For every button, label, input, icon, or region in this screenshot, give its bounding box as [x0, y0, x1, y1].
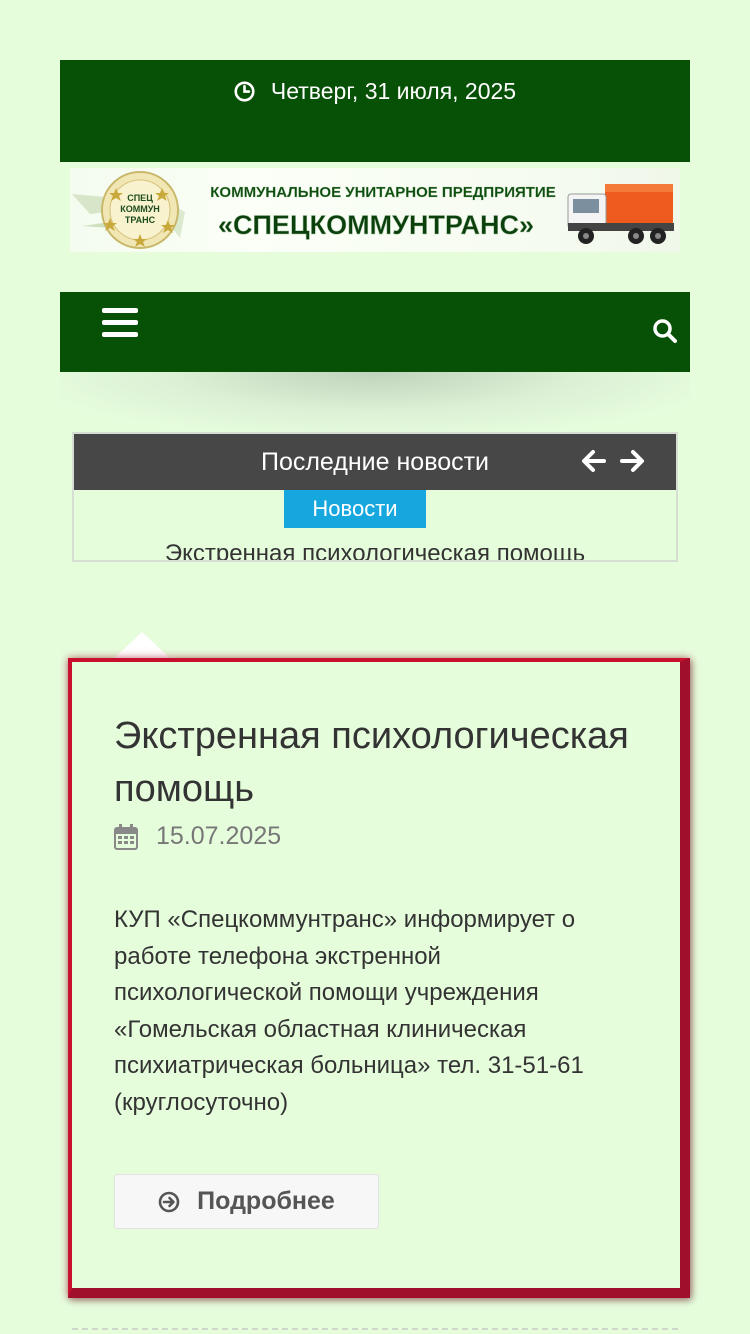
- article-date-text: 15.07.2025: [156, 822, 282, 850]
- logo-text-3: ТРАНС: [125, 215, 156, 225]
- garbage-truck-image: [567, 184, 674, 244]
- calendar-icon: [114, 823, 138, 850]
- arrow-right-icon[interactable]: [620, 448, 646, 474]
- article-date: 15.07.2025: [114, 822, 281, 851]
- current-date: Четверг, 31 июля, 2025: [270, 78, 517, 104]
- article-card: Экстренная психологическая помощь 15.07.…: [68, 658, 690, 1298]
- main-navbar: [60, 292, 690, 372]
- date-display: Четверг, 31 июля, 2025: [60, 78, 690, 105]
- logo-text-1: СПЕЦ: [127, 193, 153, 203]
- ticker-header: Последние новости: [74, 434, 676, 490]
- clock-icon: [234, 81, 255, 102]
- banner-line-1: КОММУНАЛЬНОЕ УНИТАРНОЕ ПРЕДПРИЯТИЕ: [210, 184, 555, 201]
- read-more-button[interactable]: Подробнее: [114, 1174, 379, 1229]
- ticker-news-item[interactable]: Экстренная психологическая помощь: [74, 540, 676, 560]
- menu-icon[interactable]: [102, 308, 138, 342]
- banner-line-2: «СПЕЦКОММУНТРАНС»: [218, 210, 534, 240]
- search-icon[interactable]: [652, 318, 678, 344]
- arrow-circle-right-icon: [158, 1191, 180, 1212]
- site-banner[interactable]: СПЕЦ КОММУН ТРАНС КОММУНАЛЬНОЕ УНИТАРНОЕ…: [70, 168, 680, 252]
- section-divider: [72, 1328, 678, 1330]
- banner-graphic: СПЕЦ КОММУН ТРАНС КОММУНАЛЬНОЕ УНИТАРНОЕ…: [72, 171, 674, 249]
- arrow-left-icon[interactable]: [580, 448, 606, 474]
- news-ticker: Последние новости Новости Экстренная пси…: [72, 432, 678, 562]
- nav-shadow: [60, 372, 690, 432]
- category-badge[interactable]: Новости: [284, 490, 426, 528]
- article-excerpt: КУП «Спецкоммунтранс» информирует о рабо…: [114, 906, 584, 1116]
- top-bar: Четверг, 31 июля, 2025: [60, 60, 690, 162]
- article-title[interactable]: Экстренная психологическая помощь: [114, 710, 634, 816]
- logo-text-2: КОММУН: [120, 204, 160, 214]
- read-more-label: Подробнее: [197, 1187, 335, 1215]
